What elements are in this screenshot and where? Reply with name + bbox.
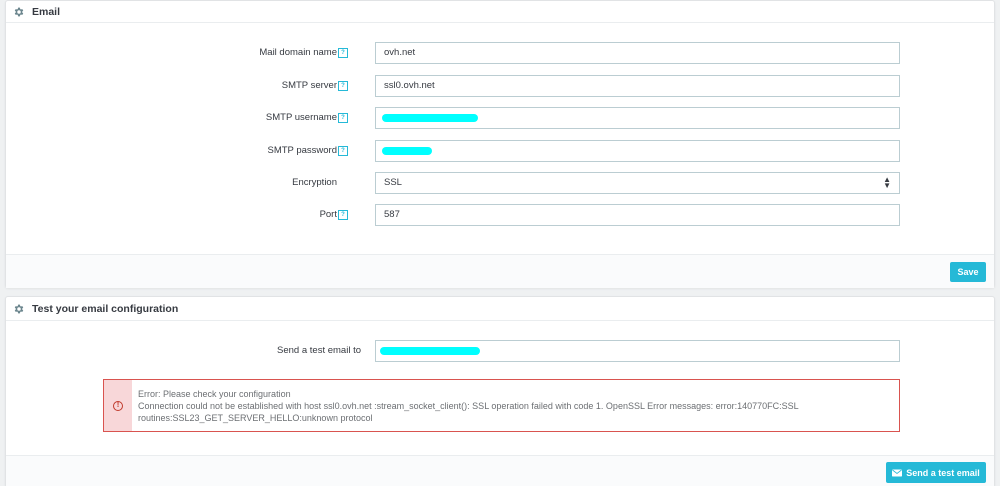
error-title: Error: Please check your configuration bbox=[138, 389, 291, 399]
redaction-mark bbox=[382, 114, 478, 122]
error-alert-icon-area: ! bbox=[104, 380, 132, 431]
mail-domain-row: Mail domain name ? ovh.net bbox=[6, 42, 994, 64]
smtp-server-input[interactable]: ssl0.ovh.net bbox=[375, 75, 900, 97]
send-to-input[interactable] bbox=[375, 340, 900, 362]
select-arrows-icon: ▲ ▼ bbox=[883, 175, 891, 190]
gear-icon bbox=[13, 303, 25, 315]
smtp-password-input[interactable] bbox=[375, 140, 900, 162]
email-panel-heading: Email bbox=[6, 1, 994, 23]
smtp-server-label: SMTP server bbox=[281, 80, 337, 91]
port-row: Port ? 587 bbox=[6, 204, 994, 226]
test-panel-title: Test your email configuration bbox=[32, 302, 179, 315]
smtp-password-row: SMTP password ? bbox=[6, 140, 994, 162]
help-icon[interactable]: ? bbox=[338, 81, 348, 91]
port-label: Port bbox=[319, 209, 337, 220]
email-panel-footer: Save bbox=[6, 254, 994, 288]
help-icon[interactable]: ? bbox=[338, 210, 348, 220]
encryption-selected-value: SSL bbox=[384, 177, 402, 188]
test-email-panel: Test your email configuration Send a tes… bbox=[5, 296, 995, 486]
test-panel-heading: Test your email configuration bbox=[6, 297, 994, 321]
smtp-username-row: SMTP username ? bbox=[6, 107, 994, 129]
smtp-password-label: SMTP password bbox=[267, 145, 337, 156]
envelope-icon bbox=[892, 469, 903, 476]
smtp-username-input[interactable] bbox=[375, 107, 900, 129]
gear-icon bbox=[13, 6, 25, 18]
error-alert: ! Error: Please check your configuration… bbox=[103, 379, 900, 432]
email-panel-title: Email bbox=[32, 5, 61, 18]
help-icon[interactable]: ? bbox=[338, 113, 348, 123]
smtp-server-row: SMTP server ? ssl0.ovh.net bbox=[6, 75, 994, 97]
send-test-email-label: Send a test email bbox=[906, 467, 980, 478]
send-to-row: Send a test email to bbox=[6, 340, 994, 362]
error-message: Connection could not be established with… bbox=[138, 401, 799, 423]
test-panel-footer: Send a test email bbox=[6, 455, 994, 486]
smtp-username-label: SMTP username bbox=[265, 112, 337, 123]
port-input[interactable]: 587 bbox=[375, 204, 900, 226]
encryption-select[interactable]: SSL ▲ ▼ bbox=[375, 172, 900, 194]
mail-domain-label: Mail domain name bbox=[259, 47, 337, 58]
send-to-label: Send a test email to bbox=[277, 345, 361, 356]
encryption-row: Encryption SSL ▲ ▼ bbox=[6, 172, 994, 194]
encryption-label: Encryption bbox=[292, 177, 337, 188]
help-icon[interactable]: ? bbox=[338, 48, 348, 58]
help-icon[interactable]: ? bbox=[338, 146, 348, 156]
email-panel: Email Mail domain name ? ovh.net SMTP se… bbox=[5, 0, 995, 288]
send-test-email-button[interactable]: Send a test email bbox=[886, 462, 986, 483]
redaction-mark bbox=[382, 147, 432, 155]
error-icon: ! bbox=[113, 400, 123, 411]
error-alert-text: Error: Please check your configuration C… bbox=[138, 388, 888, 424]
mail-domain-input[interactable]: ovh.net bbox=[375, 42, 900, 64]
save-button[interactable]: Save bbox=[950, 262, 986, 282]
redaction-mark bbox=[380, 347, 480, 355]
